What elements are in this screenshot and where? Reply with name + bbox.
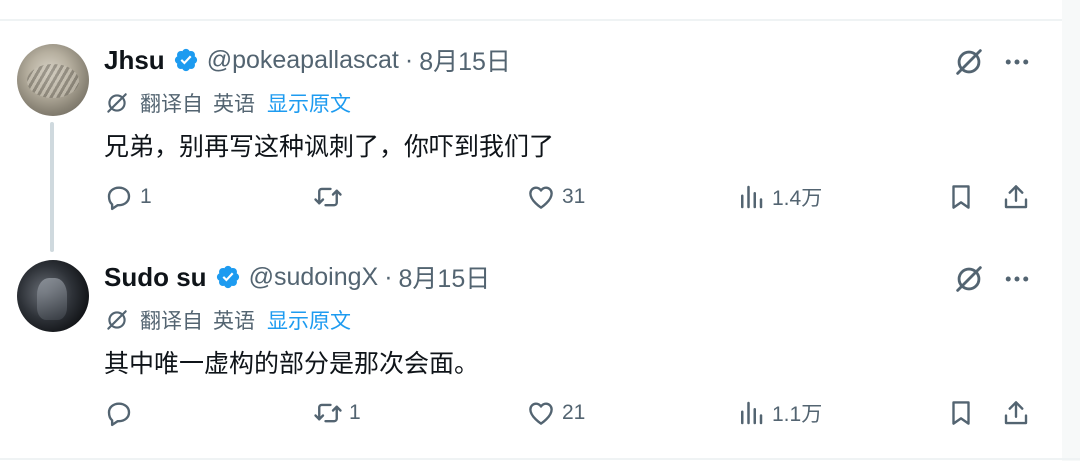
views-count: 1.1万 <box>772 403 823 426</box>
retweet-button[interactable]: 1 <box>313 398 361 428</box>
tweet-text: 兄弟，别再写这种讽刺了，你吓到我们了 <box>104 132 555 161</box>
share-icon <box>1004 401 1028 425</box>
reply-icon <box>107 402 131 427</box>
user-name[interactable]: Sudo su <box>104 262 207 293</box>
show-original-link[interactable]: 显示原文 <box>267 88 351 118</box>
user-handle[interactable]: @sudoingX <box>249 263 379 292</box>
verified-badge-icon <box>174 48 197 72</box>
translated-from-label: 翻译自 <box>140 309 203 333</box>
bookmark-icon <box>952 185 970 209</box>
views-icon <box>741 401 763 425</box>
more-icon[interactable] <box>1002 47 1032 77</box>
reply-button[interactable]: 1 <box>104 182 152 212</box>
bottom-divider <box>0 458 1080 460</box>
tweet-actions: 1 21 1.1万 <box>0 398 1062 438</box>
translation-row: 翻译自 英语 显示原文 <box>104 305 351 335</box>
tweet-date[interactable]: 8月15日 <box>399 259 491 295</box>
like-count: 21 <box>562 401 586 424</box>
retweet-icon <box>314 187 342 207</box>
tweet-header: Jhsu @pokeapallascat · 8月15日 <box>104 42 511 78</box>
separator-dot: · <box>404 45 414 74</box>
source-language: 英语 <box>213 309 255 333</box>
like-count: 31 <box>562 185 586 208</box>
like-icon <box>529 186 553 209</box>
bookmark-button[interactable] <box>946 398 976 428</box>
reply-icon <box>107 186 131 211</box>
user-handle[interactable]: @pokeapallascat <box>207 46 399 75</box>
retweet-count: 1 <box>349 401 361 424</box>
grok-icon[interactable] <box>952 45 986 79</box>
views-count: 1.4万 <box>772 187 823 210</box>
grok-icon[interactable] <box>952 262 986 296</box>
avatar[interactable] <box>17 260 89 332</box>
scroll-edge <box>1062 0 1080 461</box>
show-original-link[interactable]: 显示原文 <box>267 305 351 335</box>
bookmark-button[interactable] <box>946 182 976 212</box>
translation-row: 翻译自 英语 显示原文 <box>104 88 351 118</box>
tweet-header: Sudo su @sudoingX · 8月15日 <box>104 259 490 295</box>
tweet-text: 其中唯一虚构的部分是那次会面。 <box>104 349 480 378</box>
like-button[interactable]: 21 <box>526 398 585 428</box>
reply-count: 1 <box>140 185 152 208</box>
source-language: 英语 <box>213 92 255 116</box>
retweet-icon <box>314 403 342 423</box>
separator-dot: · <box>384 262 393 291</box>
share-icon <box>1004 185 1028 209</box>
top-divider <box>0 19 1080 21</box>
share-button[interactable] <box>1001 182 1031 212</box>
user-name[interactable]: Jhsu <box>104 45 165 76</box>
avatar[interactable] <box>17 44 89 116</box>
translate-icon <box>107 310 127 330</box>
views-button[interactable]: 1.4万 <box>736 182 822 212</box>
views-icon <box>741 185 763 209</box>
views-button[interactable]: 1.1万 <box>736 398 822 428</box>
tweet-actions: 1 31 1.4万 <box>0 182 1062 222</box>
translate-icon <box>107 93 127 113</box>
tweet-date[interactable]: 8月15日 <box>419 42 511 78</box>
verified-badge-icon <box>216 265 239 289</box>
like-button[interactable]: 31 <box>526 182 585 212</box>
share-button[interactable] <box>1001 398 1031 428</box>
reply-button[interactable] <box>104 398 140 428</box>
more-icon[interactable] <box>1002 264 1032 294</box>
retweet-button[interactable] <box>313 182 349 212</box>
translated-from-label: 翻译自 <box>140 92 203 116</box>
bookmark-icon <box>952 401 970 425</box>
like-icon <box>529 402 553 425</box>
